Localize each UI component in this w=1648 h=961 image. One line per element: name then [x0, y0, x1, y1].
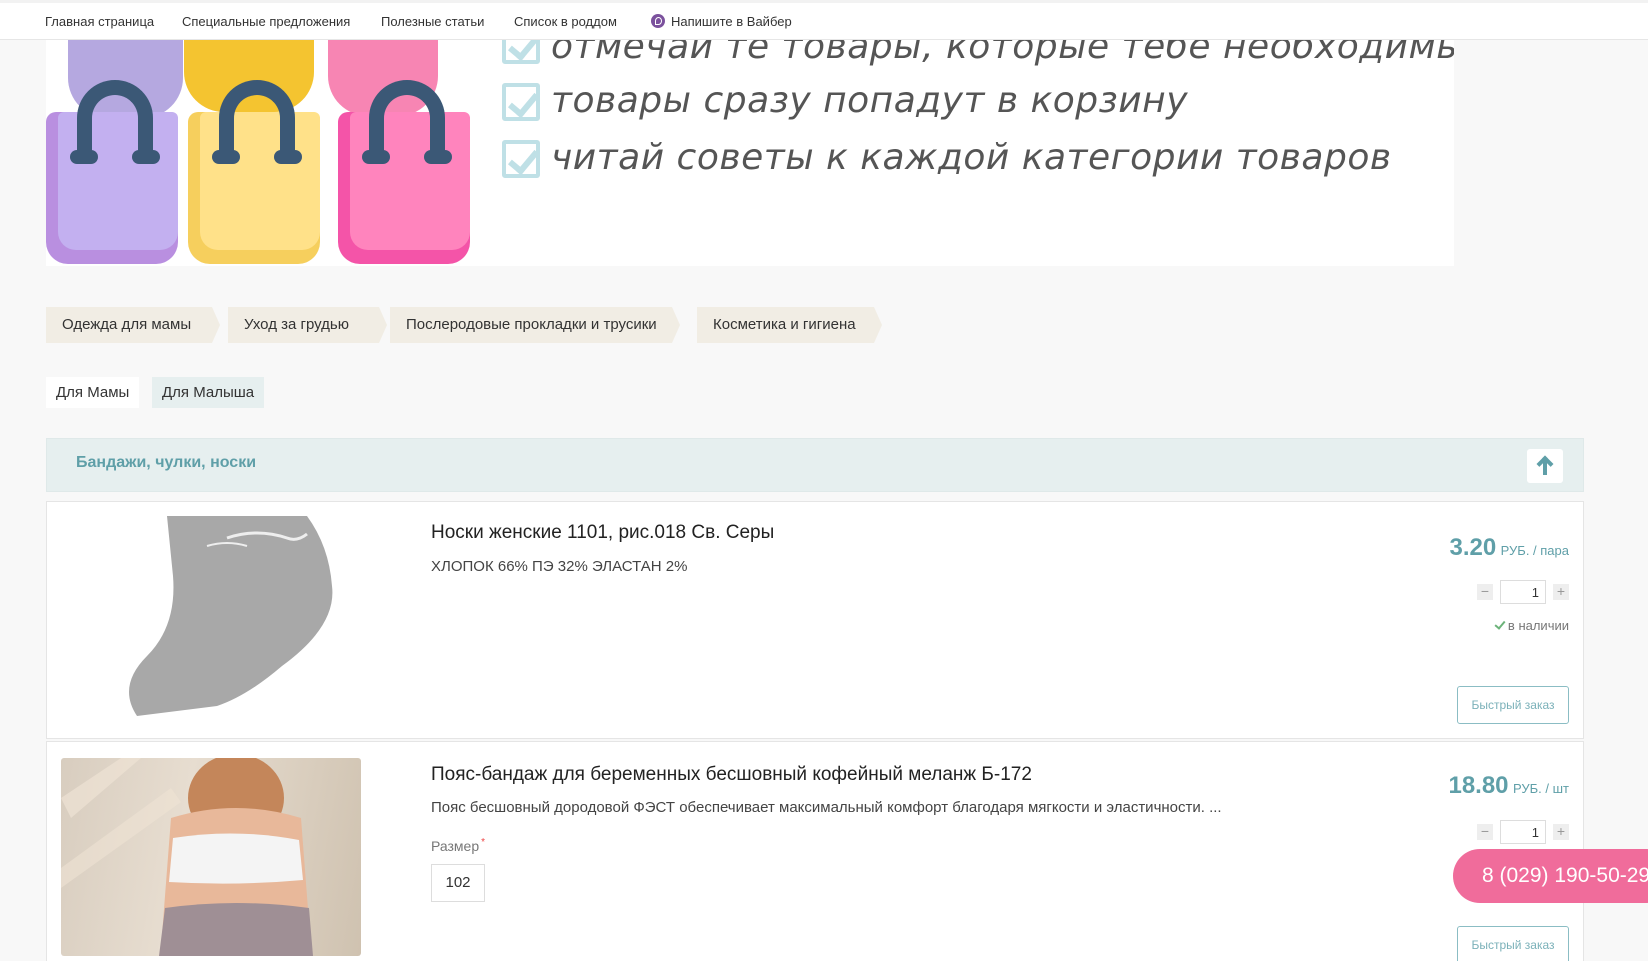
- banner-line-1: отмечай те товары, которые тебе необходи…: [551, 40, 1454, 67]
- size-label: Размер *: [431, 837, 485, 854]
- size-label-text: Размер: [431, 838, 480, 854]
- checkmark-icon: [1494, 618, 1506, 630]
- bandage-photo-icon: [61, 758, 313, 956]
- quantity-minus-button[interactable]: −: [1477, 584, 1493, 600]
- collapse-up-button[interactable]: [1527, 449, 1563, 483]
- top-navigation: Главная страница Специальные предложения…: [0, 0, 1648, 40]
- quick-order-button[interactable]: Быстрый заказ: [1457, 926, 1569, 961]
- section-title: Бандажи, чулки, носки: [76, 454, 257, 471]
- banner-line-3: читай советы к каждой категории товаров: [551, 137, 1392, 178]
- checkbox-icon: [502, 40, 540, 64]
- price-unit: РУБ. / пара: [1500, 543, 1569, 558]
- phone-callback-button[interactable]: 8 (029) 190-50-29: [1453, 849, 1648, 903]
- price-unit: РУБ. / шт: [1512, 781, 1569, 796]
- bag-handle-icon: [70, 80, 160, 164]
- nav-special-offers[interactable]: Специальные предложения: [182, 14, 350, 29]
- stock-label: в наличии: [1507, 618, 1569, 633]
- product-image[interactable]: [107, 516, 351, 716]
- product-description: Пояс бесшовный дородовой ФЭСТ обеспечива…: [431, 799, 1222, 816]
- arrow-up-icon: [1538, 457, 1552, 475]
- section-header: Бандажи, чулки, носки: [46, 438, 1584, 492]
- quantity-stepper: − +: [1477, 580, 1569, 604]
- nav-viber-label: Напишите в Вайбер: [671, 14, 792, 29]
- viber-icon: [651, 14, 665, 28]
- price-value: 3.20: [1449, 534, 1497, 561]
- category-postpartum-pads[interactable]: Послеродовые прокладки и трусики: [390, 307, 680, 343]
- size-option[interactable]: 102: [431, 864, 485, 902]
- product-card: Носки женские 1101, рис.018 Св. Серы ХЛО…: [46, 501, 1584, 739]
- quantity-stepper: − +: [1477, 820, 1569, 844]
- product-card: Пояс-бандаж для беременных бесшовный коф…: [46, 741, 1584, 961]
- product-price: 3.20 РУБ. / пара: [1449, 534, 1569, 562]
- nav-viber[interactable]: Напишите в Вайбер: [651, 14, 792, 29]
- nav-articles[interactable]: Полезные статьи: [381, 14, 484, 29]
- stock-status: в наличии: [1494, 618, 1569, 633]
- bag-handle-icon: [212, 80, 302, 164]
- required-mark: *: [481, 837, 486, 848]
- product-description: ХЛОПОК 66% ПЭ 32% ЭЛАСТАН 2%: [431, 558, 688, 575]
- quantity-input[interactable]: [1500, 820, 1546, 844]
- nav-maternity-list[interactable]: Список в роддом: [514, 14, 617, 29]
- sock-icon: [129, 516, 333, 716]
- category-mom-clothes[interactable]: Одежда для мамы: [46, 307, 220, 343]
- product-price: 18.80 РУБ. / шт: [1448, 772, 1569, 800]
- quantity-minus-button[interactable]: −: [1477, 824, 1493, 840]
- product-image[interactable]: [61, 758, 361, 956]
- checkbox-icon: [502, 83, 540, 121]
- promo-banner: отмечай те товары, которые тебе необходи…: [46, 40, 1454, 266]
- nav-home[interactable]: Главная страница: [45, 14, 154, 29]
- product-name[interactable]: Носки женские 1101, рис.018 Св. Серы: [431, 522, 774, 544]
- product-name[interactable]: Пояс-бандаж для беременных бесшовный коф…: [431, 764, 1032, 786]
- category-cosmetics[interactable]: Косметика и гигиена: [697, 307, 882, 343]
- checkbox-icon: [502, 140, 540, 178]
- price-value: 18.80: [1448, 772, 1509, 799]
- banner-line-2: товары сразу попадут в корзину: [551, 80, 1189, 121]
- tab-for-mom[interactable]: Для Мамы: [46, 377, 140, 408]
- quantity-plus-button[interactable]: +: [1553, 824, 1569, 840]
- quantity-input[interactable]: [1500, 580, 1546, 604]
- quantity-plus-button[interactable]: +: [1553, 584, 1569, 600]
- bag-handle-icon: [362, 80, 452, 164]
- tab-for-baby[interactable]: Для Малыша: [152, 377, 265, 408]
- quick-order-button[interactable]: Быстрый заказ: [1457, 686, 1569, 724]
- category-breast-care[interactable]: Уход за грудью: [228, 307, 387, 343]
